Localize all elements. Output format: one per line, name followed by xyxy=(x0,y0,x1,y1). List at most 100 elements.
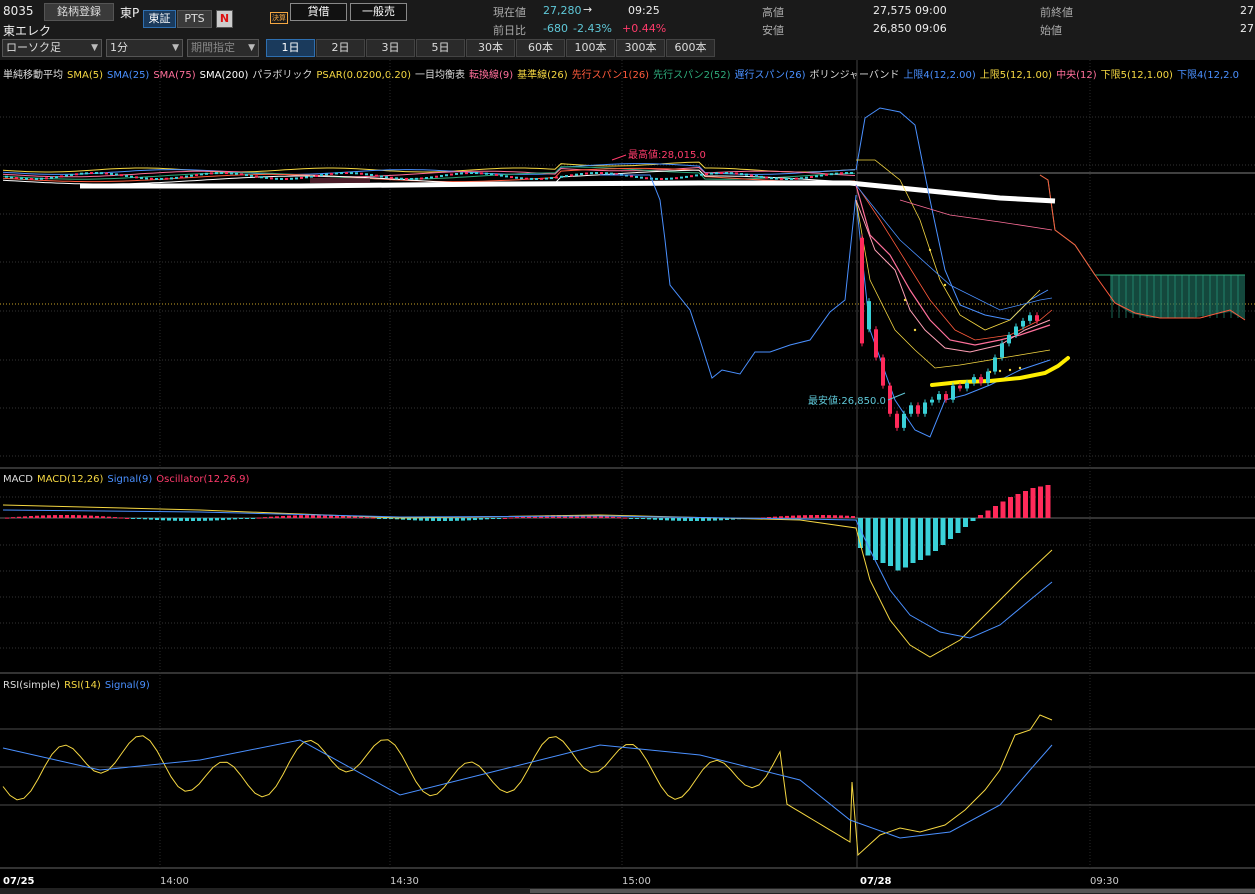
candle xyxy=(670,177,673,180)
candle xyxy=(867,301,871,330)
candle xyxy=(580,173,583,176)
candle xyxy=(530,177,533,180)
macd-bar xyxy=(17,516,21,518)
candle xyxy=(20,177,23,180)
candle xyxy=(210,172,213,175)
candle xyxy=(860,237,864,344)
candle xyxy=(245,174,248,177)
candle xyxy=(115,173,118,176)
macd-bar xyxy=(89,515,93,518)
candle xyxy=(720,172,723,175)
candle xyxy=(435,175,438,178)
macd-bar xyxy=(137,518,141,519)
candle xyxy=(575,173,578,176)
candle xyxy=(805,176,808,179)
x-tick-label: 14:00 xyxy=(160,876,189,887)
candle xyxy=(120,174,123,177)
candle xyxy=(735,172,738,175)
macd-bar xyxy=(821,515,825,518)
macd-bar xyxy=(623,517,627,519)
candle xyxy=(730,172,733,175)
candle xyxy=(565,175,568,178)
high-marker-arrow xyxy=(611,154,627,161)
candle xyxy=(135,176,138,179)
macd-bar xyxy=(467,518,471,521)
candle xyxy=(45,177,48,180)
macd-bar xyxy=(269,516,273,518)
candle xyxy=(795,177,798,180)
candle xyxy=(390,176,393,179)
candle xyxy=(845,172,848,175)
macd-bar xyxy=(629,518,633,519)
candle xyxy=(765,176,768,179)
candle xyxy=(830,173,833,176)
candle xyxy=(1007,334,1011,344)
candle xyxy=(951,385,955,400)
candle xyxy=(360,172,363,175)
macd-bar xyxy=(437,518,441,521)
candle xyxy=(1000,343,1004,358)
macd-bar xyxy=(173,518,177,521)
macd-bar xyxy=(377,518,381,519)
candle xyxy=(550,177,553,180)
macd-bar xyxy=(925,518,931,556)
candle xyxy=(660,177,663,180)
candle xyxy=(285,177,288,180)
macd-bar xyxy=(485,518,489,520)
candle xyxy=(170,177,173,180)
candle xyxy=(480,172,483,175)
psar-dot xyxy=(1008,368,1012,372)
macd-bar xyxy=(895,518,901,571)
macd-bar xyxy=(287,515,291,518)
macd-bar xyxy=(955,518,961,533)
candle xyxy=(85,172,88,175)
candle xyxy=(325,173,328,176)
macd-bar xyxy=(149,518,153,520)
macd-bar xyxy=(497,518,501,519)
macd-bar xyxy=(839,515,843,518)
macd-bar xyxy=(179,518,183,521)
candle xyxy=(490,173,493,176)
psar-dot xyxy=(1018,366,1022,370)
candle xyxy=(395,177,398,180)
candle xyxy=(680,176,683,179)
candle xyxy=(570,174,573,177)
candle xyxy=(710,172,713,175)
macd-bar xyxy=(29,516,33,518)
ma-line xyxy=(2,161,856,173)
macd-bar xyxy=(873,518,878,560)
candle xyxy=(405,177,408,180)
candle xyxy=(909,405,913,414)
macd-bar xyxy=(275,516,279,518)
macd-bar xyxy=(970,518,976,521)
candle xyxy=(230,172,233,175)
macd-bar xyxy=(473,518,477,521)
candle xyxy=(690,175,693,178)
low-marker-label: 最安値:26,850.0 xyxy=(808,394,886,407)
candle xyxy=(520,177,523,180)
macd-bar xyxy=(233,518,237,520)
macd-bar xyxy=(449,518,453,521)
candle xyxy=(240,173,243,176)
macd-bar xyxy=(659,518,663,521)
chart-canvas[interactable]: 最高値:28,015.0 最安値:26,850.0 07/25 14:00 14:30… xyxy=(0,0,1255,894)
candle xyxy=(785,177,788,180)
candle xyxy=(215,172,218,175)
macd-bar xyxy=(95,515,99,518)
macd-bar xyxy=(1000,501,1006,518)
macd-line xyxy=(2,504,1053,658)
candle xyxy=(500,174,503,177)
candle xyxy=(760,175,763,178)
macd-bar xyxy=(671,518,675,521)
candle xyxy=(560,175,563,178)
macd-bar xyxy=(918,518,923,560)
candle xyxy=(944,394,948,400)
candle xyxy=(972,377,976,383)
candle xyxy=(1028,315,1032,321)
candle xyxy=(60,175,63,178)
candle xyxy=(585,172,588,175)
psar-dot xyxy=(903,298,907,302)
candle xyxy=(655,177,658,180)
candle xyxy=(993,357,997,372)
macd-bar xyxy=(665,518,669,521)
